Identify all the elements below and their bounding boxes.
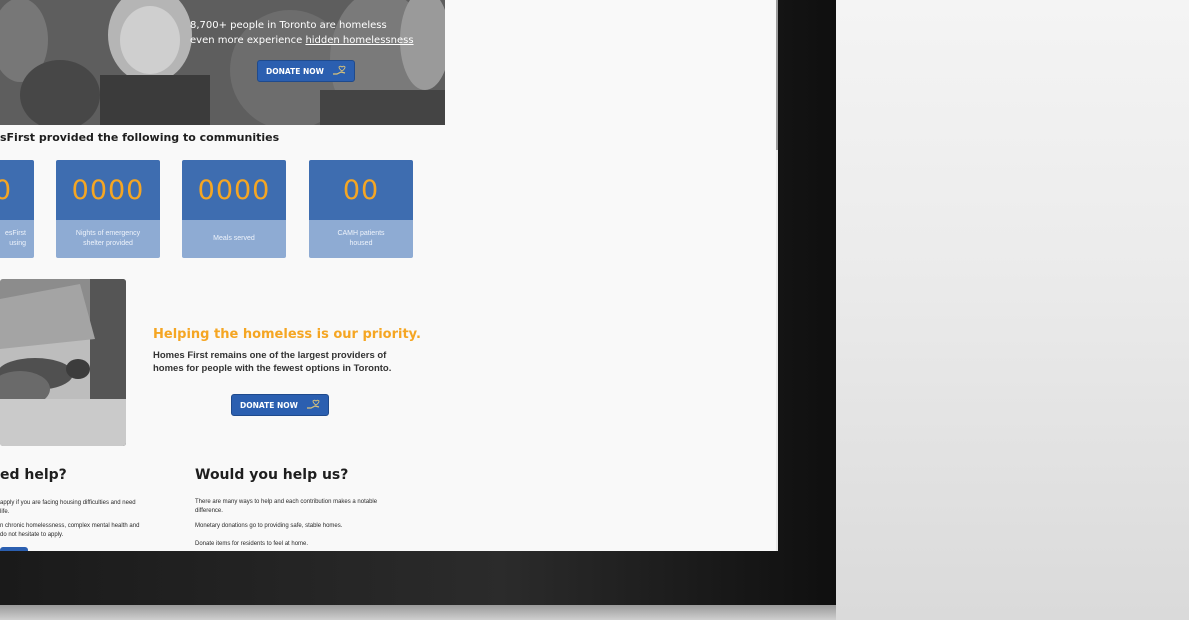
stat-value: 0000 [56, 160, 160, 220]
help-us-paragraph-1: There are many ways to help and each con… [195, 498, 420, 515]
stat-label: Nights of emergency shelter provided [56, 220, 160, 258]
stat-label-line-1: esFirst [5, 230, 26, 237]
hand-heart-icon [332, 65, 346, 75]
stat-label-line-1: CAMH patients [337, 230, 385, 237]
stat-card-housing: 0 esFirst using [0, 160, 34, 258]
help-us-p1-line-2: difference. [195, 507, 223, 514]
stat-card-camh-patients: 00 CAMH patients housed [309, 160, 413, 258]
apply-button[interactable] [0, 547, 28, 551]
stat-label: CAMH patients housed [309, 220, 413, 258]
hero-line-2: even more experience hidden homelessness [190, 33, 414, 48]
hero-donate-button[interactable]: DONATE NOW [257, 60, 355, 82]
stat-card-meals: 0000 Meals served [182, 160, 286, 258]
hero-line-2-prefix: even more experience [190, 35, 306, 46]
homeless-person-photo [0, 279, 126, 446]
sleeping-person-image [0, 279, 126, 446]
help-us-paragraph-2: Monetary donations go to providing safe,… [195, 523, 343, 529]
stat-value: 0000 [182, 160, 286, 220]
webpage-screen: 8,700+ people in Toronto are homeless ev… [0, 0, 778, 551]
hand-heart-icon [306, 399, 320, 409]
help-us-heading: Would you help us? [195, 467, 349, 483]
need-help-heading: ed help? [0, 467, 67, 483]
need-help-p1-line-1: apply if you are facing housing difficul… [0, 500, 136, 506]
hero-text: 8,700+ people in Toronto are homeless ev… [190, 18, 414, 48]
scrollbar-thumb[interactable] [776, 0, 778, 150]
stat-label: Meals served [182, 220, 286, 258]
help-us-paragraph-3: Donate items for residents to feel at ho… [195, 541, 309, 547]
hero-line-1: 8,700+ people in Toronto are homeless [190, 20, 387, 31]
stat-card-shelter-nights: 0000 Nights of emergency shelter provided [56, 160, 160, 258]
need-help-p1-line-2: life. [0, 508, 10, 515]
stat-label-line-1: Meals served [213, 235, 255, 242]
priority-donate-button[interactable]: DONATE NOW [231, 394, 329, 416]
priority-heading: Helping the homeless is our priority. [153, 327, 421, 342]
hidden-homelessness-link[interactable]: hidden homelessness [305, 35, 413, 46]
stat-label: esFirst using [0, 220, 34, 258]
stat-label-line-2: shelter provided [83, 240, 133, 247]
need-help-paragraph-2: n chronic homelessness, complex mental h… [0, 522, 160, 539]
hero-banner: 8,700+ people in Toronto are homeless ev… [0, 0, 445, 125]
need-help-p2-line-1: n chronic homelessness, complex mental h… [0, 523, 140, 529]
stat-label-line-2: housed [349, 240, 373, 247]
hero-donate-label: DONATE NOW [266, 66, 324, 76]
priority-donate-label: DONATE NOW [240, 400, 298, 410]
stat-label-line-2: using [9, 240, 26, 247]
monitor-base-shadow [0, 605, 836, 620]
stats-section-title: sFirst provided the following to communi… [0, 131, 280, 144]
priority-line-1: Homes First remains one of the largest p… [153, 350, 387, 361]
priority-description: Homes First remains one of the largest p… [153, 349, 408, 375]
help-us-p1-line-1: There are many ways to help and each con… [195, 499, 378, 505]
priority-line-2: homes for people with the fewest options… [153, 363, 392, 374]
stat-value: 0 [0, 160, 34, 220]
backdrop [836, 0, 1189, 620]
stat-label-line-1: Nights of emergency [75, 230, 141, 237]
need-help-paragraph-1: apply if you are facing housing difficul… [0, 499, 160, 516]
need-help-p2-line-2: do not hesitate to apply. [0, 531, 64, 538]
stat-value: 00 [309, 160, 413, 220]
